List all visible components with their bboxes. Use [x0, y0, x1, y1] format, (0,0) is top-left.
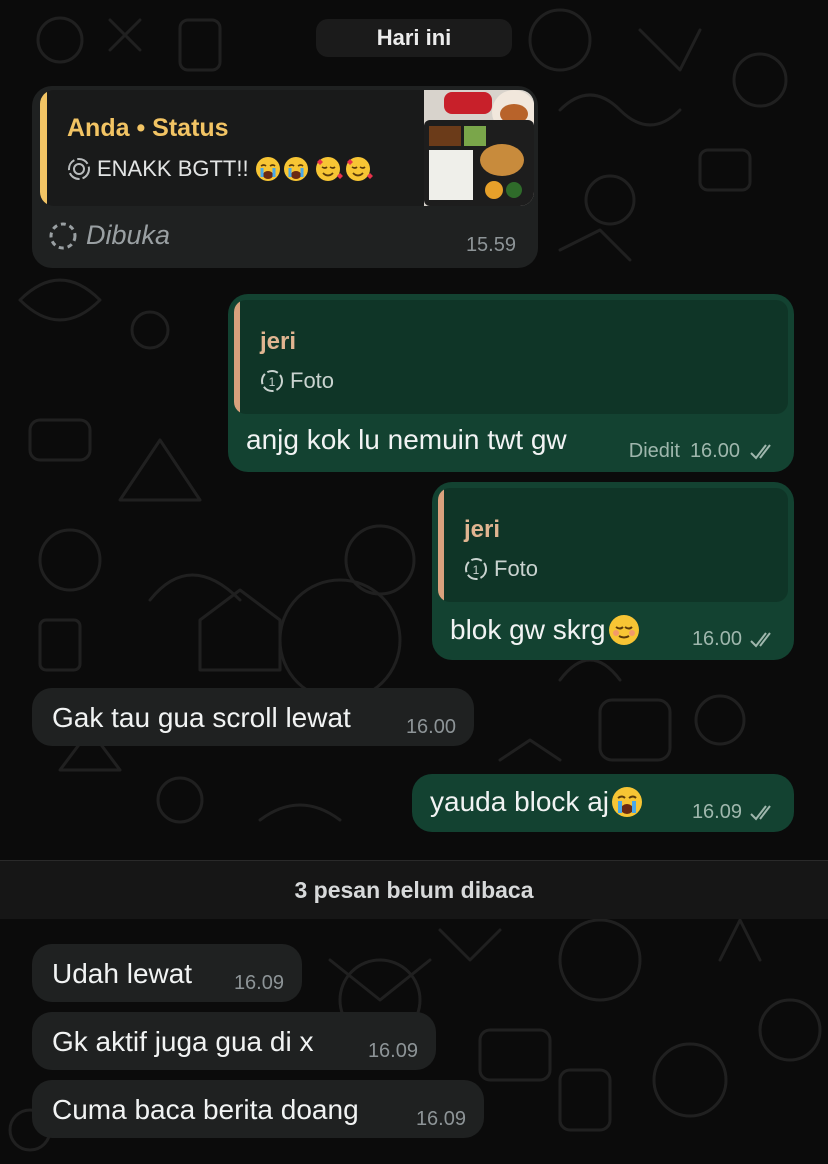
message-time: 15.59 — [465, 234, 516, 256]
status-caption-row: ENAKK BGTT!! — [67, 156, 373, 182]
opened-label: Dibuka — [86, 220, 171, 250]
message-time: 16.00 — [691, 628, 742, 650]
view-once-icon: 1 — [261, 370, 283, 392]
relieved-emoji — [608, 615, 639, 645]
status-reply-bubble[interactable]: Anda • Status ENAKK BGTT!! Dibuka 15.59 — [32, 86, 538, 268]
message-bubble-outgoing[interactable]: jeri 1 Foto blok gw skrg 16.00 — [432, 482, 794, 660]
message-text: Udah lewat — [52, 958, 193, 989]
status-kind: Status — [152, 114, 229, 142]
message-bubble-incoming[interactable]: Gk aktif juga gua di x 16.09 — [32, 1012, 436, 1070]
svg-text:1: 1 — [269, 375, 276, 389]
status-quote-bar — [40, 90, 47, 206]
message-bubble-incoming[interactable]: Gak tau gua scroll lewat 16.00 — [32, 688, 474, 746]
message-text: blok gw skrg — [450, 614, 606, 645]
unread-divider: 3 pesan belum dibaca — [0, 860, 828, 919]
read-receipt-icon — [750, 443, 771, 460]
quote-type: Foto — [290, 368, 335, 393]
message-time: 16.09 — [367, 1040, 418, 1062]
quote-author: jeri — [464, 516, 501, 543]
quote-author: jeri — [260, 328, 297, 355]
message-meta: 16.09 — [692, 801, 776, 824]
status-ring-icon — [68, 158, 90, 180]
loading-circle-icon — [49, 222, 77, 249]
quote-type: Foto — [494, 556, 539, 581]
unread-divider-label: 3 pesan belum dibaca — [294, 876, 534, 903]
message-bubble-incoming[interactable]: Cuma baca berita doang 16.09 — [32, 1080, 484, 1138]
message-text: Gk aktif juga gua di x — [52, 1026, 314, 1057]
message-time: 16.09 — [691, 801, 742, 823]
status-quote[interactable]: Anda • Status ENAKK BGTT!! — [40, 90, 534, 206]
read-receipt-icon — [750, 631, 771, 648]
svg-text:1: 1 — [473, 563, 480, 577]
quote-bar — [234, 300, 240, 414]
status-caption: ENAKK BGTT!! — [97, 156, 249, 181]
message-text: anjg kok lu nemuin twt gw — [246, 424, 567, 455]
message-bubble-outgoing[interactable]: yauda block aj 16.09 — [412, 774, 794, 832]
message-bubble-incoming[interactable]: Udah lewat 16.09 — [32, 944, 302, 1002]
status-thumbnail[interactable] — [424, 90, 534, 206]
status-author: Anda — [67, 114, 130, 142]
edited-label: Diedit — [628, 440, 680, 462]
message-meta: 16.00 — [692, 628, 776, 651]
quote-type-row: 1 Foto — [464, 556, 538, 582]
message-text: Gak tau gua scroll lewat — [52, 702, 351, 733]
message-text: Cuma baca berita doang — [52, 1094, 359, 1125]
message-bubble-outgoing[interactable]: jeri 1 Foto anjg kok lu nemuin twt gw Di… — [228, 294, 794, 472]
message-time: 16.00 — [689, 440, 740, 462]
message-time: 16.00 — [405, 716, 456, 738]
quote-bar — [438, 488, 444, 602]
message-time: 16.09 — [415, 1108, 466, 1130]
date-chip: Hari ini — [316, 19, 512, 57]
message-meta: Diedit 16.00 — [629, 440, 776, 463]
status-separator: • — [136, 114, 146, 142]
view-once-icon: 1 — [465, 558, 487, 580]
message-text: yauda block aj — [430, 786, 610, 817]
message-text-row: blok gw skrg — [450, 614, 640, 646]
opened-indicator: Dibuka — [48, 220, 170, 251]
quoted-photo-reply[interactable]: jeri 1 Foto — [438, 488, 788, 602]
read-receipt-icon — [750, 804, 771, 821]
crying-emoji — [255, 156, 309, 182]
crying-emoji — [612, 787, 643, 817]
smiling-hearts-emoji — [315, 156, 373, 182]
quote-type-row: 1 Foto — [260, 368, 334, 394]
date-chip-label: Hari ini — [376, 25, 452, 50]
quoted-photo-reply[interactable]: jeri 1 Foto — [234, 300, 788, 414]
status-quote-title: Anda • Status — [67, 114, 229, 143]
message-time: 16.09 — [233, 972, 284, 994]
message-text-row: yauda block aj — [430, 786, 643, 818]
